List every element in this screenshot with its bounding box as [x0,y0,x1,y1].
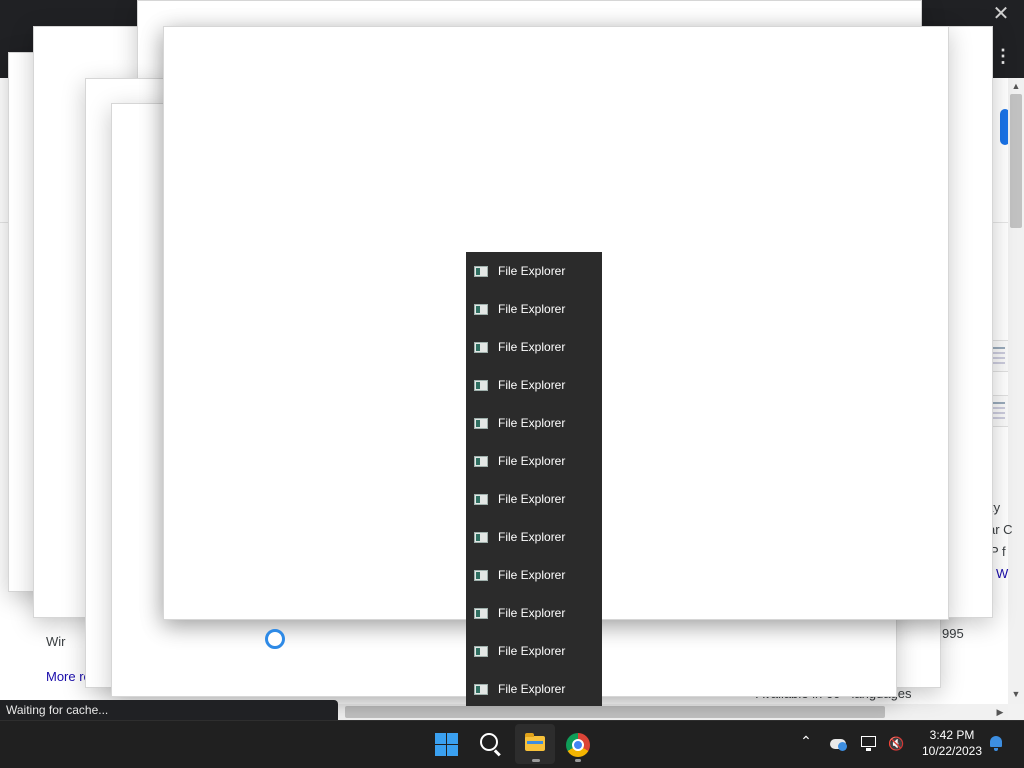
notification-bell-icon[interactable] [989,736,1003,751]
window-list-item-label: File Explorer [498,264,566,278]
file-explorer-window-icon [474,531,488,543]
window-list-item[interactable]: File Explorer [466,632,602,670]
file-explorer-window-icon [474,645,488,657]
scroll-down-arrow-icon[interactable]: ▼ [1008,686,1024,702]
vertical-scrollbar-thumb[interactable] [1010,94,1022,228]
window-list-item-label: File Explorer [498,378,566,392]
more-options-icon[interactable]: ⋮ [994,44,1012,68]
speaker-muted-icon[interactable]: 🔇 [888,736,904,752]
file-explorer-window-icon [474,493,488,505]
file-explorer-window-icon [474,683,488,695]
background-text: Wir [46,634,66,649]
close-icon[interactable]: ✕ [990,2,1012,26]
file-explorer-window-icon [474,341,488,353]
file-explorer-window-icon [474,455,488,467]
clock-time: 3:42 PM [929,728,975,742]
running-indicator [532,759,540,762]
onedrive-info-badge [838,742,847,751]
file-explorer-window-icon [474,569,488,581]
window-list-item[interactable]: File Explorer [466,556,602,594]
thumbnail-image [990,395,1010,427]
file-explorer-window-icon [474,303,488,315]
window-list-item-label: File Explorer [498,492,566,506]
window-list-item-label: File Explorer [498,644,566,658]
window-list-item[interactable]: File Explorer [466,252,602,290]
window-list-item[interactable]: File Explorer [466,518,602,556]
window-list-item-label: File Explorer [498,530,566,544]
horizontal-scrollbar-thumb[interactable] [345,706,885,718]
window-list-item-label: File Explorer [498,340,566,354]
window-list-item-label: File Explorer [498,682,566,696]
file-explorer-window-icon [474,265,488,277]
chrome-icon [566,733,590,757]
window-list-item[interactable]: File Explorer [466,366,602,404]
file-explorer-icon [525,733,545,751]
file-explorer-window-icon [474,379,488,391]
thumbnail-image [990,340,1010,372]
scroll-up-arrow-icon[interactable]: ▲ [1008,78,1024,94]
window-list-item-label: File Explorer [498,606,566,620]
windows-start-icon [435,733,458,756]
window-list-item[interactable]: File Explorer [466,290,602,328]
chevron-up-icon[interactable]: ⌃ [798,733,814,750]
scroll-right-arrow-icon[interactable]: ▶ [992,704,1008,720]
window-list-item-label: File Explorer [498,416,566,430]
background-link[interactable]: W [996,566,1008,581]
window-list-item[interactable]: File Explorer [466,480,602,518]
status-bubble: Waiting for cache... [0,700,338,720]
window-list-item[interactable]: File Explorer [466,328,602,366]
background-text: 995 [942,626,964,641]
taskbar-window-list: File Explorer File Explorer File Explore… [466,252,602,706]
window-list-item-label: File Explorer [498,454,566,468]
window-list-item-label: File Explorer [498,302,566,316]
window-list-item[interactable]: File Explorer [466,670,602,708]
search-icon [480,733,498,751]
network-icon[interactable] [861,736,876,751]
taskbar-clock[interactable]: 3:42 PM 10/22/2023 [912,727,992,759]
window-list-item[interactable]: File Explorer [466,442,602,480]
running-indicator [575,759,581,762]
loading-spinner-icon [265,629,285,649]
window-list-item[interactable]: File Explorer [466,594,602,632]
window-list-item-label: File Explorer [498,568,566,582]
window-list-item[interactable]: File Explorer [466,404,602,442]
file-explorer-window-icon [474,417,488,429]
clock-date: 10/22/2023 [921,744,983,758]
file-explorer-window-icon [474,607,488,619]
